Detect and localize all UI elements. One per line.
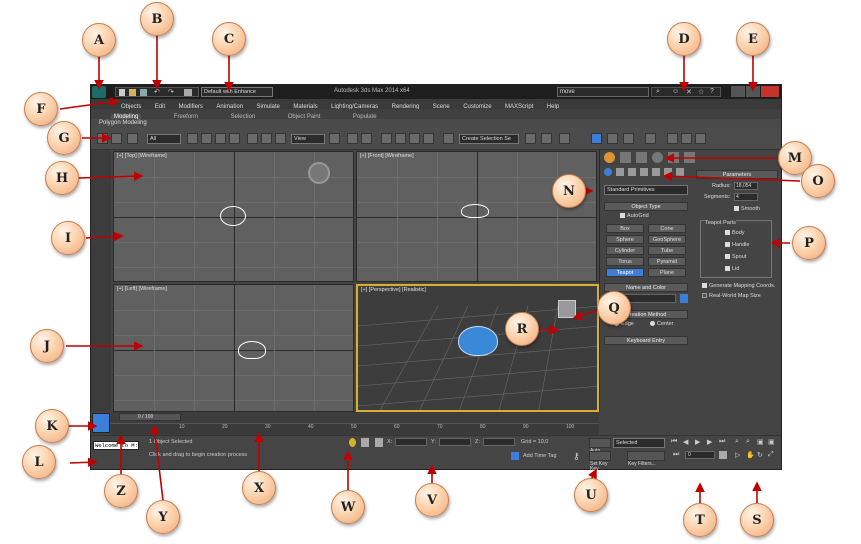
callout-n: N [552,174,586,208]
callout-w: W [331,490,365,524]
callout-c: C [212,22,246,56]
callout-y: Y [146,500,180,534]
callout-r: R [505,312,539,346]
callout-x: X [242,471,276,505]
callout-v: V [415,483,449,517]
callout-h: H [45,161,79,195]
callout-arrows [59,35,801,503]
callout-j: J [30,329,64,363]
callout-k: K [35,409,69,443]
callout-t: T [683,503,717,537]
callout-i: I [51,221,85,255]
callout-e: E [736,22,770,56]
callout-a: A [82,23,116,57]
callout-s: S [740,503,774,537]
callout-d: D [667,22,701,56]
callout-z: Z [104,474,138,508]
callout-f: F [24,92,58,126]
callout-g: G [47,121,81,155]
callout-l: L [22,445,56,479]
callout-p: P [792,226,826,260]
callout-u: U [574,478,608,512]
callout-b: B [140,2,174,36]
callout-o: O [801,164,835,198]
callout-q: Q [597,291,631,325]
